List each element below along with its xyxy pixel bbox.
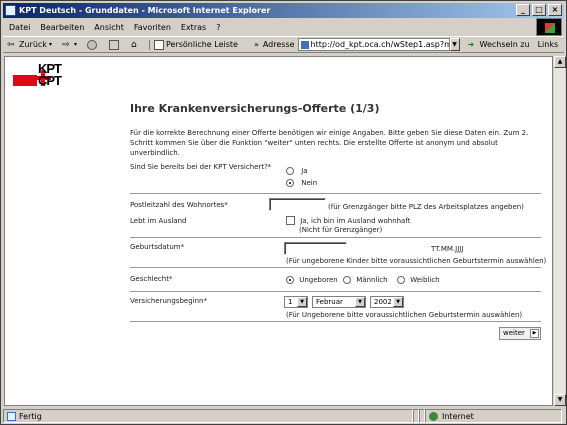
menu-bar: Datei Bearbeiten Ansicht Favoriten Extra… xyxy=(3,19,533,35)
close-button[interactable]: × xyxy=(548,4,562,16)
address-input[interactable]: http://od_kpt.oca.ch/wStep1.asp?m= xyxy=(297,38,450,51)
address-label: Adresse xyxy=(262,40,295,49)
birthdate-label: Geburtsdatum* xyxy=(130,243,185,251)
gender-male-radio[interactable] xyxy=(343,276,351,284)
divider xyxy=(130,193,541,194)
status-text-segment: Fertig xyxy=(3,409,413,423)
divider xyxy=(130,267,541,268)
window-title: KPT Deutsch - Grunddaten - Microsoft Int… xyxy=(19,6,271,15)
scroll-down-button[interactable]: ▼ xyxy=(554,394,566,406)
gender-female-radio[interactable] xyxy=(397,276,405,284)
home-icon: ⌂ xyxy=(130,39,137,50)
gender-unborn-radio[interactable] xyxy=(286,276,294,284)
chevron-down-icon: ▼ xyxy=(393,297,403,307)
insured-ja-radio[interactable] xyxy=(286,167,294,175)
stop-icon xyxy=(86,39,97,50)
next-button[interactable]: weiter ▶ xyxy=(499,327,541,340)
menu-extras[interactable]: Extras xyxy=(181,23,206,32)
gender-male-option[interactable]: Männlich xyxy=(343,276,388,284)
scroll-up-button[interactable]: ▲ xyxy=(554,56,566,68)
start-date-hint: (Für Ungeborene bitte voraussichtlichen … xyxy=(286,311,523,319)
dropdown-icon: ▾ xyxy=(48,41,52,48)
windows-logo-throbber xyxy=(536,18,562,36)
toolbar-chevron-icon[interactable]: » xyxy=(254,40,259,49)
abroad-checkbox-row[interactable]: Ja, ich bin im Ausland wohnhaft xyxy=(286,216,410,225)
divider xyxy=(130,321,541,322)
ie-app-icon xyxy=(5,5,16,16)
start-date-label: Versicherungsbeginn* xyxy=(130,297,207,305)
postal-code-input[interactable] xyxy=(269,198,326,211)
back-arrow-icon: ⇦ xyxy=(7,39,15,50)
abroad-note: (Nicht für Grenzgänger) xyxy=(299,226,383,234)
chevron-down-icon: ▼ xyxy=(297,297,307,307)
insured-question: Sind Sie bereits bei der KPT Versichert?… xyxy=(130,163,272,171)
abroad-checkbox[interactable] xyxy=(286,216,295,225)
birthdate-hint: (Für ungeborene Kinder bitte voraussicht… xyxy=(286,257,547,265)
menu-bearbeiten[interactable]: Bearbeiten xyxy=(40,23,84,32)
back-button[interactable]: ⇦ Zurück ▾ xyxy=(3,40,52,50)
dropdown-icon: ▾ xyxy=(73,41,77,48)
minimize-button[interactable]: _ xyxy=(516,4,530,16)
gender-label: Geschlecht* xyxy=(130,275,173,283)
insured-nein-option[interactable]: Nein xyxy=(286,179,317,187)
gender-unborn-option[interactable]: Ungeboren xyxy=(286,276,338,284)
forward-arrow-icon: ⇨ xyxy=(61,39,70,50)
home-button[interactable]: ⌂ xyxy=(127,40,143,50)
start-month-select[interactable]: Februar ▼ xyxy=(312,296,366,308)
browser-window: KPT Deutsch - Grunddaten - Microsoft Int… xyxy=(0,0,567,425)
start-year-select[interactable]: 2002 ▼ xyxy=(370,296,404,308)
arrow-right-icon: ▶ xyxy=(530,329,539,338)
refresh-icon xyxy=(108,39,119,50)
go-button[interactable]: ➜ Wechseln zu xyxy=(464,40,530,50)
forward-button[interactable]: ⇨ ▾ xyxy=(58,40,77,50)
abroad-label: Lebt im Ausland xyxy=(130,217,187,225)
menu-ansicht[interactable]: Ansicht xyxy=(94,23,124,32)
divider xyxy=(130,291,541,292)
menu-favoriten[interactable]: Favoriten xyxy=(134,23,171,32)
stop-button[interactable] xyxy=(83,39,99,50)
birthdate-input[interactable] xyxy=(284,242,347,255)
divider xyxy=(130,237,541,238)
links-label[interactable]: Links xyxy=(538,40,559,49)
start-day-select[interactable]: 1 ▼ xyxy=(284,296,308,308)
personal-bar-icon xyxy=(153,39,164,50)
personal-bar-button[interactable]: Persönliche Leiste xyxy=(148,39,238,50)
page-icon xyxy=(7,411,16,421)
menu-help[interactable]: ? xyxy=(216,23,220,32)
toolbar: ⇦ Zurück ▾ ⇨ ▾ ⌂ Persönliche Leiste » Ad… xyxy=(3,36,564,53)
page-title: Ihre Krankenversicherungs-Offerte (1/3) xyxy=(130,102,380,115)
postal-hint: (für Grenzgänger bitte PLZ des Arbeitspl… xyxy=(328,203,524,211)
chevron-down-icon: ▼ xyxy=(355,297,365,307)
vertical-scrollbar[interactable]: ▲ ▼ xyxy=(553,56,566,406)
title-bar: KPT Deutsch - Grunddaten - Microsoft Int… xyxy=(3,3,564,18)
gender-female-option[interactable]: Weiblich xyxy=(397,276,440,284)
intro-text: Für die korrekte Berechnung einer Offert… xyxy=(130,129,529,157)
zone-segment: Internet xyxy=(425,409,562,423)
refresh-button[interactable] xyxy=(105,39,121,50)
menu-datei[interactable]: Datei xyxy=(9,23,30,32)
insured-nein-radio[interactable] xyxy=(286,179,294,187)
status-bar: Fertig Internet xyxy=(3,408,564,424)
maximize-button[interactable]: □ xyxy=(532,4,546,16)
insured-ja-option[interactable]: Ja xyxy=(286,167,308,175)
address-dropdown-button[interactable]: ▼ xyxy=(449,38,460,51)
birthdate-format: TT.MM.JJJJ xyxy=(431,245,464,253)
go-arrow-icon: ➜ xyxy=(467,39,475,49)
postal-label: Postleitzahl des Wohnortes* xyxy=(130,201,228,209)
globe-icon xyxy=(429,411,438,421)
page-content: KPT CPT Ihre Krankenversicherungs-Offert… xyxy=(4,56,553,406)
